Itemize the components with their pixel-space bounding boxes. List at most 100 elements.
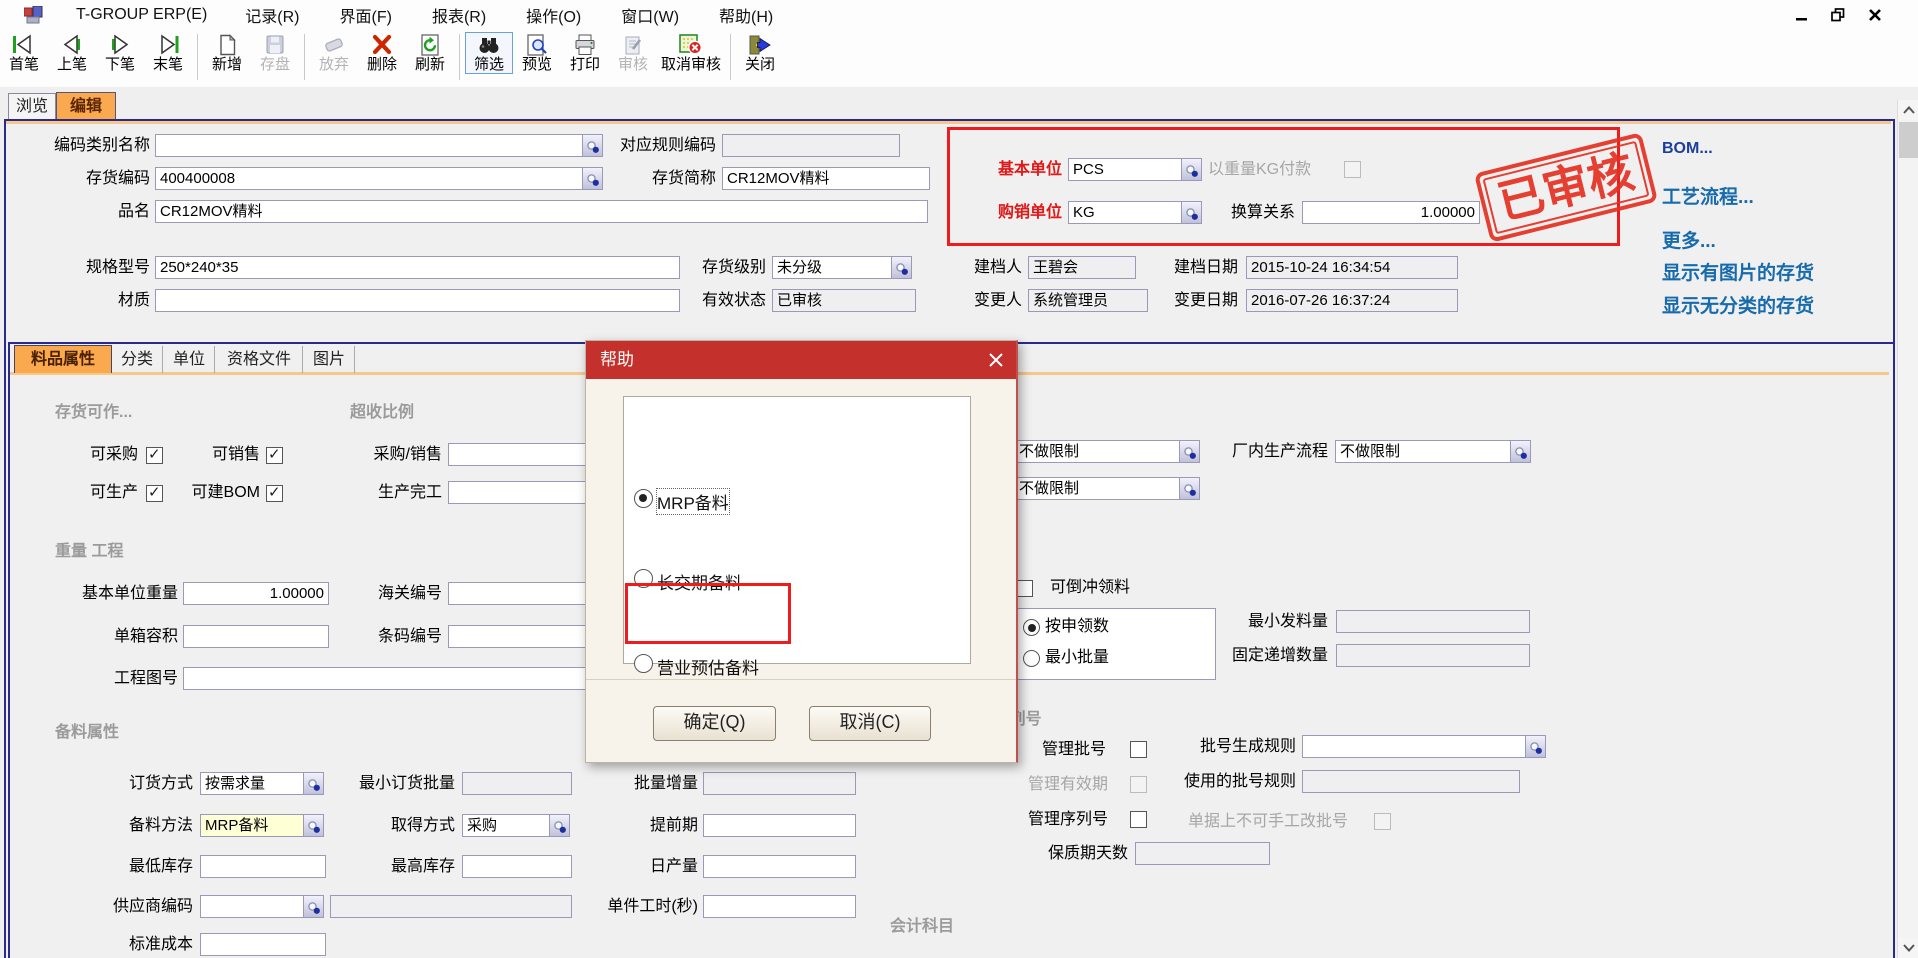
menu-record[interactable]: 记录(R): [241, 3, 303, 27]
close-form-button[interactable]: 关闭: [736, 32, 784, 73]
material-field[interactable]: [155, 289, 680, 312]
lookup-icon[interactable]: [303, 814, 324, 837]
preview-button[interactable]: 预览: [513, 32, 561, 73]
drawing-no-field[interactable]: [183, 667, 588, 690]
option-sales-forecast-radio[interactable]: [634, 654, 653, 673]
lookup-icon[interactable]: [1181, 201, 1202, 224]
obtain-method-field[interactable]: 采购: [462, 814, 570, 837]
prev-record-button[interactable]: 上笔: [48, 32, 96, 73]
lookup-icon[interactable]: [1179, 477, 1200, 500]
bom-link[interactable]: BOM...: [1662, 140, 1713, 158]
tab-browse[interactable]: 浏览: [8, 93, 56, 120]
eraser-icon: [321, 34, 347, 56]
spec-model-field[interactable]: 250*240*35: [155, 256, 680, 279]
scroll-down-icon[interactable]: [1898, 938, 1918, 958]
supplier-code-field[interactable]: [200, 895, 324, 918]
new-button[interactable]: 新增: [203, 32, 251, 73]
dialog-close-icon[interactable]: [986, 350, 1006, 370]
more-link[interactable]: 更多...: [1662, 226, 1716, 253]
purchase-sales-ratio-field[interactable]: [448, 443, 588, 466]
option-long-lead-label[interactable]: 长交期备料: [657, 569, 742, 594]
option-long-lead-radio[interactable]: [634, 569, 653, 588]
last-record-button[interactable]: 末笔: [144, 32, 192, 73]
standard-cost-field[interactable]: [200, 933, 326, 956]
delete-button[interactable]: 删除: [358, 32, 406, 73]
production-finish-ratio-field[interactable]: [448, 481, 588, 504]
trade-unit-field[interactable]: KG: [1068, 201, 1202, 224]
can-build-bom-checkbox[interactable]: [266, 485, 283, 502]
menu-window[interactable]: 窗口(W): [617, 3, 683, 27]
factory-flow-field[interactable]: 不做限制: [1335, 440, 1531, 463]
option-mrp-radio[interactable]: [634, 489, 653, 508]
lookup-icon[interactable]: [1525, 735, 1546, 758]
batch-rule-field[interactable]: [1302, 735, 1546, 758]
can-produce-checkbox[interactable]: [146, 485, 163, 502]
tab-classification[interactable]: 分类: [112, 346, 163, 373]
dialog-title-bar[interactable]: 帮助: [586, 341, 1016, 379]
dialog-ok-button[interactable]: 确定(Q): [653, 706, 776, 741]
code-category-field[interactable]: [155, 134, 603, 157]
menu-app-title[interactable]: T-GROUP ERP(E): [72, 6, 211, 24]
can-purchase-checkbox[interactable]: [146, 447, 163, 464]
filter-button[interactable]: 筛选: [465, 32, 513, 74]
base-unit-field[interactable]: PCS: [1068, 158, 1202, 181]
manage-batch-checkbox[interactable]: [1130, 741, 1147, 758]
min-stock-field[interactable]: [200, 855, 326, 878]
close-icon[interactable]: [1868, 8, 1882, 22]
print-button[interactable]: 打印: [561, 32, 609, 73]
scroll-up-icon[interactable]: [1898, 100, 1918, 120]
restore-icon[interactable]: [1831, 8, 1846, 22]
order-method-field[interactable]: 按需求量: [200, 772, 324, 795]
tab-item-attributes[interactable]: 料品属性: [14, 345, 112, 373]
menu-interface[interactable]: 界面(F): [336, 3, 396, 27]
item-code-label: 存货编码: [10, 167, 150, 190]
conversion-ratio-field[interactable]: 1.00000: [1302, 201, 1480, 224]
dialog-cancel-button[interactable]: 取消(C): [809, 706, 931, 741]
show-unclassified-link[interactable]: 显示无分类的存货: [1662, 291, 1814, 318]
menu-help[interactable]: 帮助(H): [715, 3, 777, 27]
box-volume-field[interactable]: [183, 625, 329, 648]
lookup-icon[interactable]: [549, 814, 570, 837]
lookup-icon[interactable]: [1510, 440, 1531, 463]
tab-qualification[interactable]: 资格文件: [216, 346, 303, 373]
base-unit-weight-field[interactable]: 1.00000: [183, 582, 329, 605]
process-flow-link[interactable]: 工艺流程...: [1662, 182, 1754, 209]
menu-report[interactable]: 报表(R): [428, 3, 490, 27]
max-stock-field[interactable]: [462, 855, 572, 878]
item-short-name-field[interactable]: CR12MOV精料: [722, 167, 930, 190]
tab-edit[interactable]: 编辑: [56, 92, 116, 120]
option-sales-forecast-label[interactable]: 营业预估备料: [657, 654, 759, 679]
show-with-images-link[interactable]: 显示有图片的存货: [1662, 258, 1814, 285]
lookup-icon[interactable]: [891, 256, 912, 279]
customs-code-field[interactable]: [448, 582, 588, 605]
tab-unit[interactable]: 单位: [164, 346, 215, 373]
restriction-2-field[interactable]: 不做限制: [1014, 477, 1200, 500]
lookup-icon[interactable]: [1179, 440, 1200, 463]
item-code-field[interactable]: 400400008: [155, 167, 603, 190]
item-level-field[interactable]: 未分级: [772, 256, 912, 279]
next-record-button[interactable]: 下笔: [96, 32, 144, 73]
menu-operation[interactable]: 操作(O): [522, 3, 585, 27]
minimize-icon[interactable]: [1795, 8, 1809, 22]
tab-image[interactable]: 图片: [304, 346, 355, 373]
refresh-button[interactable]: 刷新: [406, 32, 454, 73]
lookup-icon[interactable]: [1181, 158, 1202, 181]
option-mrp-label[interactable]: MRP备料: [657, 489, 729, 514]
scrollbar-thumb[interactable]: [1899, 122, 1918, 158]
vertical-scrollbar[interactable]: [1897, 100, 1918, 958]
cancel-approve-button[interactable]: 取消审核: [657, 32, 725, 73]
issue-by-min-batch-radio[interactable]: [1023, 650, 1040, 667]
issue-by-requested-radio[interactable]: [1023, 619, 1040, 636]
first-record-button[interactable]: 首笔: [0, 32, 48, 73]
can-sell-checkbox[interactable]: [266, 447, 283, 464]
barcode-no-field[interactable]: [448, 625, 588, 648]
lookup-icon[interactable]: [303, 895, 324, 918]
unit-work-time-field[interactable]: [703, 895, 856, 918]
lead-time-field[interactable]: [703, 814, 856, 837]
daily-output-field[interactable]: [703, 855, 856, 878]
item-name-field[interactable]: CR12MOV精料: [155, 200, 928, 223]
restriction-1-field[interactable]: 不做限制: [1014, 440, 1200, 463]
manage-serial-checkbox[interactable]: [1130, 811, 1147, 828]
backflush-checkbox[interactable]: [1016, 580, 1033, 597]
spare-method-field[interactable]: MRP备料: [200, 814, 324, 837]
